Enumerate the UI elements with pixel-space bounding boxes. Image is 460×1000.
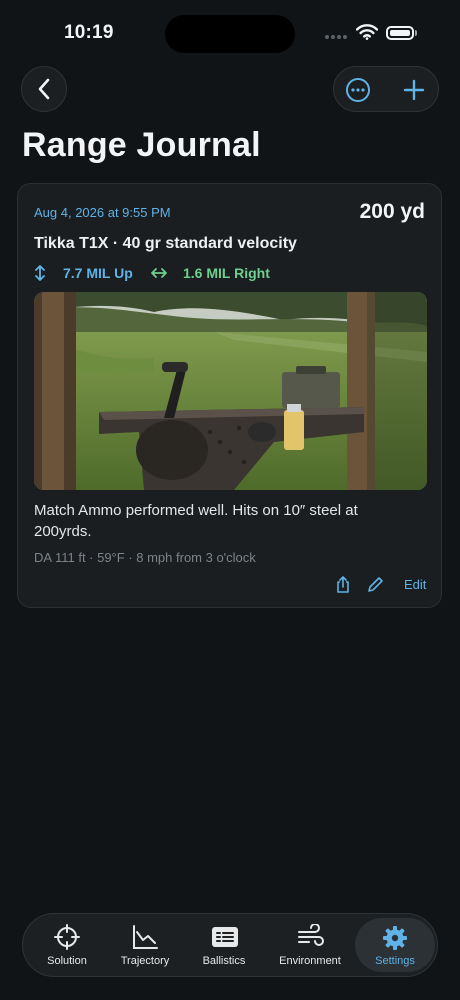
status-time: 10:19	[64, 22, 114, 43]
entry-distance: 200 yd	[359, 200, 425, 223]
plus-icon	[403, 79, 425, 101]
vertical-arrows-icon	[35, 265, 45, 281]
wind-icon	[298, 924, 324, 946]
nav-actions	[333, 66, 439, 112]
tab-bar: Solution Trajectory Ballistics Environme…	[22, 913, 438, 977]
tab-solution-label: Solution	[47, 955, 87, 967]
page-title: Range Journal	[22, 126, 261, 164]
tab-ballistics[interactable]: Ballistics	[184, 914, 264, 976]
entry-notes: Match Ammo performed well. Hits on 10″ s…	[34, 502, 358, 540]
tab-environment-label: Environment	[279, 955, 341, 967]
elevation-adjustment: 7.7 MIL Up	[63, 265, 133, 281]
horizontal-arrows-icon	[151, 268, 167, 278]
tab-solution[interactable]: Solution	[27, 914, 107, 976]
range-photo-image	[34, 292, 427, 490]
battery-icon	[386, 26, 414, 40]
ellipsis-circle-icon	[346, 78, 370, 102]
tab-settings-label: Settings	[375, 955, 415, 967]
pencil-icon[interactable]	[366, 576, 384, 594]
tab-environment[interactable]: Environment	[270, 914, 350, 976]
chevron-left-icon	[38, 78, 50, 100]
wifi-icon	[356, 24, 378, 40]
gear-icon	[383, 926, 407, 950]
range-photo[interactable]	[34, 292, 427, 490]
dope-adjustments: 7.7 MIL Up 1.6 MIL Right	[34, 264, 394, 282]
cellular-signal-icon	[325, 35, 349, 41]
chart-icon	[133, 925, 158, 949]
journal-entry-card[interactable]: Aug 4, 2026 at 9:55 PM 200 yd Tikka T1X …	[17, 183, 442, 608]
entry-conditions: DA 111 ft · 59°F · 8 mph from 3 o'clock	[34, 550, 256, 565]
tab-settings[interactable]: Settings	[355, 918, 435, 972]
back-button[interactable]	[21, 66, 67, 112]
crosshair-icon	[54, 924, 80, 950]
edit-button[interactable]: Edit	[404, 577, 426, 592]
tab-trajectory[interactable]: Trajectory	[105, 914, 185, 976]
entry-rifle-load: Tikka T1X · 40 gr standard velocity	[34, 235, 297, 252]
tab-ballistics-label: Ballistics	[202, 955, 246, 967]
entry-date: Aug 4, 2026 at 9:55 PM	[34, 205, 171, 220]
more-button[interactable]	[344, 76, 372, 104]
share-icon[interactable]	[334, 576, 352, 594]
windage-adjustment: 1.6 MIL Right	[183, 265, 270, 281]
dynamic-island	[165, 15, 295, 53]
add-entry-button[interactable]	[400, 76, 428, 104]
list-card-icon	[212, 927, 238, 947]
battery-tip	[415, 30, 417, 36]
tab-trajectory-label: Trajectory	[120, 955, 170, 967]
